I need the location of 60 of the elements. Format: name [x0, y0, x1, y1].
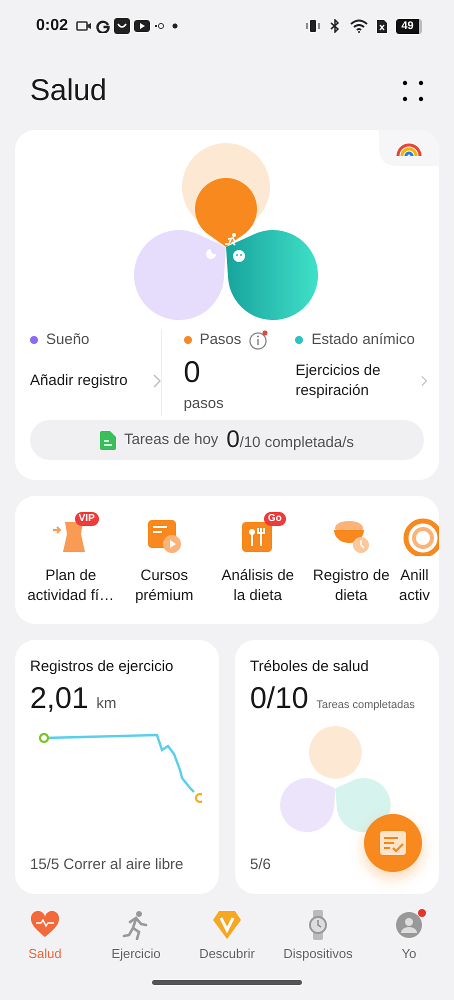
shortcut-label: Anill activ — [399, 566, 430, 606]
metric-label: Sueño — [46, 330, 90, 350]
document-icon — [100, 430, 116, 450]
metric-label: Estado anímico — [311, 330, 415, 350]
diamond-icon — [212, 910, 242, 940]
workout-summary: 15/5 Correr al aire libre — [30, 854, 184, 874]
card-title: Tréboles de salud — [250, 657, 370, 677]
bag-icon — [114, 18, 130, 34]
shortcut-item[interactable]: Cursos prémium — [118, 516, 210, 624]
checklist-icon — [379, 830, 407, 856]
distance-unit: km — [96, 694, 116, 714]
tasks-caption: Tareas completadas — [316, 698, 415, 712]
tasks-value: 0/10 — [250, 680, 308, 716]
video-icon — [76, 20, 92, 32]
nav-tab[interactable]: Dispositivos — [273, 910, 363, 970]
metric-action: Añadir registro — [30, 370, 128, 390]
tag: VIP — [74, 512, 99, 526]
shortcut-label: Análisis de la dieta — [221, 566, 294, 606]
chevron-icon — [152, 374, 161, 388]
shortcut-label: Plan de actividad fí… — [27, 566, 114, 606]
metric-link[interactable]: Ejercicios de respiración — [295, 360, 427, 402]
info-icon — [249, 330, 270, 350]
notification-dot — [418, 909, 426, 917]
step-unit: pasos — [184, 394, 225, 414]
page-title: Salud — [30, 73, 107, 109]
nav-tab[interactable]: Ejercicio — [91, 910, 181, 970]
avatar-icon — [394, 910, 424, 940]
nav-tab[interactable]: Descubrir — [182, 910, 272, 970]
bluetooth-icon — [328, 19, 342, 33]
status-time: 0:02 — [36, 16, 68, 36]
nav-tab[interactable]: Yo — [364, 910, 454, 970]
recording-icon — [154, 21, 166, 31]
vibrate-icon — [306, 19, 320, 33]
exercise-card[interactable]: Registros de ejercicio 2,01 km 15/5 Correr al aire libre — [15, 640, 219, 894]
step-count: 0 — [184, 356, 202, 388]
shortcut-label: Cursos prémium — [135, 566, 194, 606]
g-logo-icon — [96, 19, 110, 33]
task-fab-button[interactable] — [364, 814, 422, 872]
clovers-card[interactable]: Tréboles de salud 0/10 Tareas completadas 5/6 — [235, 640, 439, 894]
apps-icon — [402, 80, 424, 102]
sim-icon — [376, 18, 388, 34]
chevron-icon — [420, 374, 427, 388]
play-icon — [134, 20, 150, 32]
shortcut-label: Registro de dieta — [312, 566, 390, 606]
wifi-icon — [350, 19, 368, 33]
rainbow-button[interactable] — [379, 130, 439, 166]
distance-value: 2,01 — [30, 680, 88, 716]
card-title: Registros de ejercicio — [30, 657, 174, 677]
shortcut-item[interactable]: Anill activ — [399, 516, 439, 624]
more-button[interactable] — [402, 79, 424, 103]
battery-indicator: 49 — [396, 18, 422, 34]
metric-label: Pasos — [200, 330, 242, 350]
metric-action: Ejercicios de respiración — [295, 361, 382, 400]
shortcut-item[interactable]: Registro de dieta — [306, 516, 397, 624]
metric-link[interactable]: Añadir registro — [30, 360, 161, 402]
page-counter: 5/6 — [250, 854, 272, 874]
notification-dot-icon — [170, 21, 180, 31]
heart-icon — [30, 910, 60, 940]
tasks-label: Tareas de hoy — [124, 430, 218, 450]
tag: Go — [264, 512, 286, 526]
